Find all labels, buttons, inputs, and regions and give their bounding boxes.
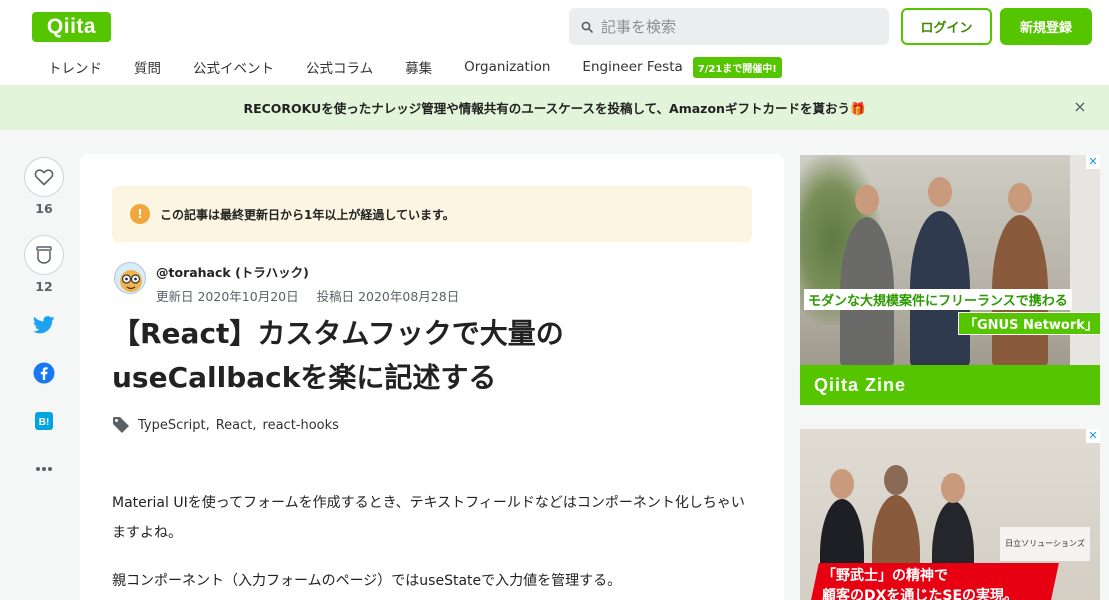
- nav-item-official-columns[interactable]: 公式コラム: [290, 57, 389, 77]
- announcement-banner: RECOROKUを使ったナレッジ管理や情報共有のユースケースを投稿して、Amaz…: [0, 85, 1109, 130]
- hatena-bookmark-icon: B!: [35, 412, 53, 430]
- tag-list: TypeScript , React , react-hooks: [112, 416, 339, 434]
- article-actions: 16 12 B!: [24, 157, 64, 481]
- article-title: 【React】カスタムフックで大量のuseCallbackを楽に記述する: [112, 317, 564, 394]
- ad-headline: 「野武士」の精神で 顧客のDXを通じたSEの実現。: [822, 566, 1018, 600]
- qiita-zine-label: Qiita Zine: [800, 365, 1100, 405]
- stock-icon: [36, 246, 52, 264]
- ad-company-sign: 日立ソリューションズ: [1000, 527, 1090, 561]
- twitter-share-button[interactable]: [24, 313, 64, 337]
- twitter-icon: [33, 316, 55, 334]
- hatena-bookmark-button[interactable]: B!: [24, 409, 64, 433]
- facebook-share-button[interactable]: [24, 361, 64, 385]
- close-icon[interactable]: ×: [1073, 99, 1087, 115]
- tag-typescript[interactable]: TypeScript: [138, 418, 206, 433]
- stock-count: 12: [35, 279, 53, 294]
- nav-item-recruitment[interactable]: 募集: [389, 57, 448, 77]
- ad-person-head: [928, 177, 952, 207]
- nav-item-trend[interactable]: トレンド: [32, 57, 118, 77]
- tag-react[interactable]: React: [216, 418, 253, 433]
- author-avatar[interactable]: [114, 262, 146, 294]
- svg-text:B!: B!: [39, 417, 50, 428]
- info-icon: !: [130, 204, 150, 224]
- avatar-image: [120, 270, 142, 292]
- nav-item-organization[interactable]: Organization: [448, 59, 566, 75]
- tag-react-hooks[interactable]: react-hooks: [263, 418, 339, 433]
- article-dates: 更新日 2020年10月20日 投稿日 2020年08月28日: [156, 286, 473, 305]
- ad-close-icon[interactable]: ✕: [1086, 429, 1100, 443]
- paragraph: Material UIを使ってフォームを作成するとき、テキストフィールドなどはコ…: [112, 495, 745, 541]
- ad-headline-line: 顧客のDXを通じたSEの実現。: [822, 588, 1019, 600]
- heart-icon: [34, 169, 54, 186]
- nav-item-questions[interactable]: 質問: [118, 57, 177, 77]
- ad-caption-brand: 「GNUS Network」: [958, 312, 1100, 335]
- login-button[interactable]: ログイン: [901, 8, 992, 45]
- notice-text: この記事は最終更新日から1年以上が経過しています。: [160, 207, 455, 222]
- nav-item-engineer-festa[interactable]: Engineer Festa: [566, 59, 698, 75]
- author-block: @torahack (トラハック) 更新日 2020年10月20日 投稿日 20…: [112, 258, 712, 306]
- article-body: Material UIを使ってフォームを作成するとき、テキストフィールドなどはコ…: [112, 488, 752, 600]
- like-count: 16: [35, 201, 53, 216]
- tag-separator: ,: [205, 417, 210, 433]
- ad-person-head: [855, 185, 879, 215]
- ad-person-head: [1008, 183, 1032, 213]
- ad-gnus-network[interactable]: ✕ モダンな大規模案件にフリーランスで携わる 「GNUS Network」 Qi…: [800, 155, 1100, 405]
- main-nav: トレンド 質問 公式イベント 公式コラム 募集 Organization Eng…: [32, 55, 782, 79]
- author-name[interactable]: @torahack (トラハック): [156, 262, 309, 281]
- updated-date: 更新日 2020年10月20日: [156, 289, 299, 304]
- like-button[interactable]: [24, 157, 64, 197]
- banner-text[interactable]: RECOROKUを使ったナレッジ管理や情報共有のユースケースを投稿して、Amaz…: [243, 98, 865, 117]
- ad-hitachi-solutions[interactable]: 日立ソリューションズ ✕ 「野武士」の精神で 顧客のDXを通じたSEの実現。: [800, 429, 1100, 600]
- ad-person-head: [884, 465, 908, 495]
- more-options-button[interactable]: [24, 457, 64, 481]
- ad-headline-line: 「野武士」の精神で: [822, 568, 948, 584]
- paragraph: 親コンポーネント（入力フォームのページ）ではuseStateで入力値を管理する。: [112, 573, 622, 589]
- stock-button[interactable]: [24, 235, 64, 275]
- facebook-icon: [33, 362, 55, 384]
- tag-icon: [113, 417, 129, 433]
- posted-date: 投稿日 2020年08月28日: [316, 289, 460, 304]
- ad-person-head: [941, 473, 965, 503]
- search-input[interactable]: [601, 17, 881, 36]
- outdated-notice: ! この記事は最終更新日から1年以上が経過しています。: [112, 186, 752, 242]
- ad-close-icon[interactable]: ✕: [1086, 155, 1100, 169]
- search-box[interactable]: [569, 8, 889, 45]
- more-dots-icon: [36, 467, 52, 471]
- ad-caption: モダンな大規模案件にフリーランスで携わる: [804, 289, 1072, 310]
- festa-badge: 7/21まで開催中!: [692, 56, 782, 78]
- search-icon: [581, 21, 593, 33]
- ad-person-head: [830, 469, 854, 499]
- article-card: ! この記事は最終更新日から1年以上が経過しています。 @torahack (ト…: [80, 154, 784, 600]
- site-header: Qiita ログイン 新規登録 トレンド 質問 公式イベント 公式コラム 募集 …: [0, 0, 1109, 85]
- qiita-logo[interactable]: Qiita: [32, 12, 111, 42]
- tag-separator: ,: [252, 417, 257, 433]
- nav-item-official-events[interactable]: 公式イベント: [177, 57, 290, 77]
- signup-button[interactable]: 新規登録: [1000, 8, 1092, 45]
